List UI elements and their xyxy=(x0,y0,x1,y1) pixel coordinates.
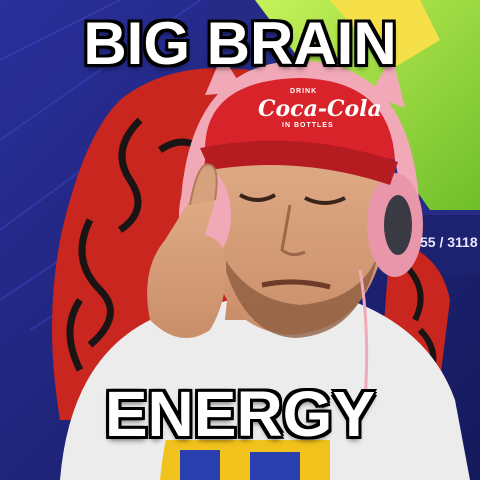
meme-top-caption: BIG BRAIN xyxy=(83,10,397,77)
meme-bottom-caption: ENERGY xyxy=(104,378,376,450)
cap-brand-top: DRINK xyxy=(290,88,318,95)
cap-brand-bottom: IN BOTTLES xyxy=(282,122,334,129)
meme-frame: DRINK Coca-Cola IN BOTTLES 55 / 3118 BIG… xyxy=(0,0,480,480)
headset-earcup-right-inner xyxy=(384,195,412,255)
cap-brand-logo: Coca-Cola xyxy=(258,96,382,122)
monitor-counter-text: 55 / 3118 xyxy=(420,234,478,250)
